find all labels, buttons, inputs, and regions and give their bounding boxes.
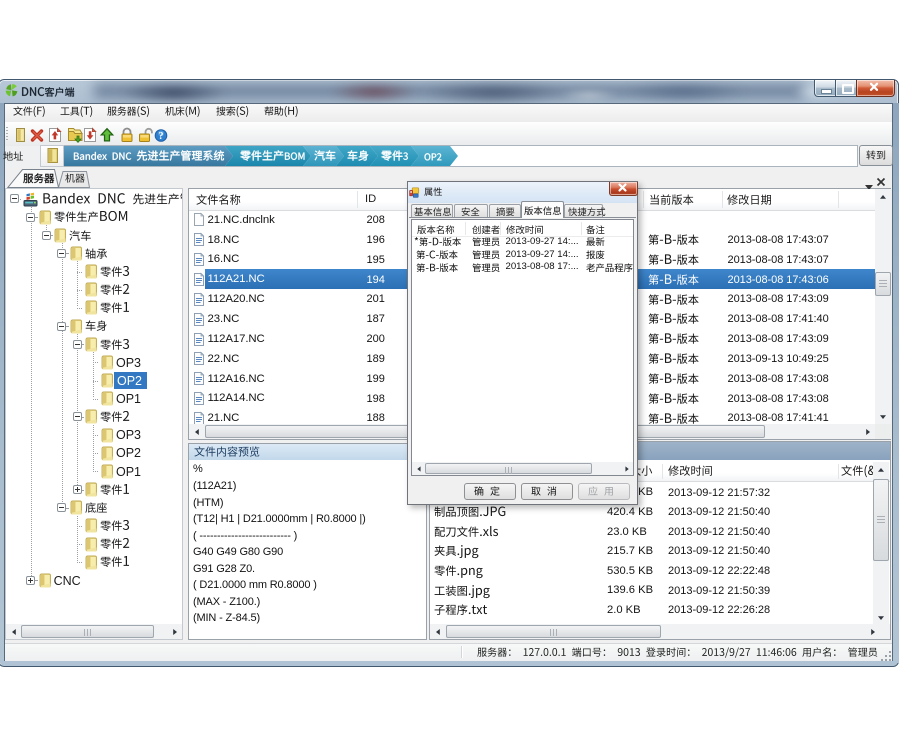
svg-text:?: ? (158, 131, 163, 142)
